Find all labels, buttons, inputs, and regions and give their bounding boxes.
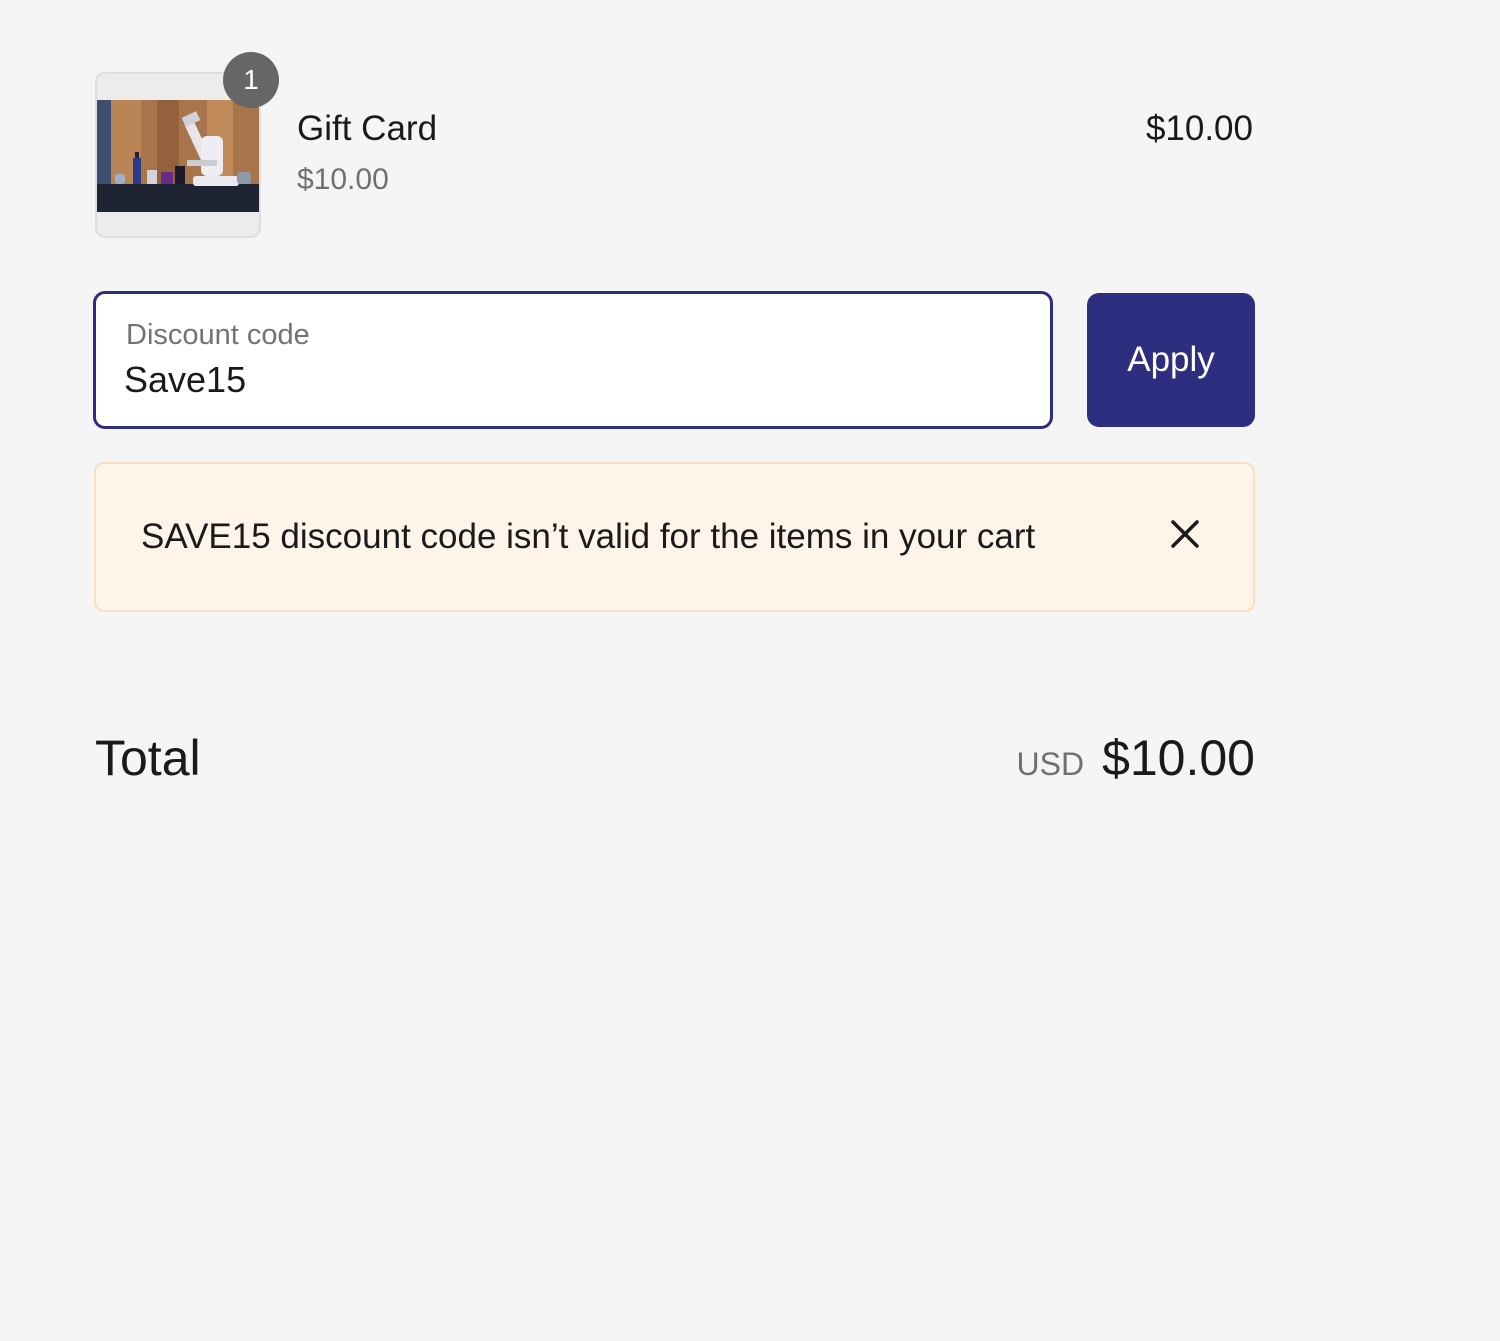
dismiss-warning-button[interactable] xyxy=(1160,510,1210,560)
quantity-badge: 1 xyxy=(223,52,279,108)
total-label: Total xyxy=(95,730,201,786)
close-icon xyxy=(1171,520,1199,548)
product-title: Gift Card xyxy=(297,109,438,148)
total-value: USD $10.00 xyxy=(1017,728,1256,788)
discount-warning-banner: SAVE15 discount code isn’t valid for the… xyxy=(94,462,1255,612)
total-amount: $10.00 xyxy=(1102,730,1255,786)
apply-discount-button[interactable]: Apply xyxy=(1087,293,1255,427)
discount-code-label: Discount code xyxy=(126,319,310,351)
warning-message: SAVE15 discount code isn’t valid for the… xyxy=(141,517,1036,556)
line-item-price: $10.00 xyxy=(1145,109,1253,148)
product-unit-price: $10.00 xyxy=(297,163,389,196)
discount-code-field[interactable]: Discount code xyxy=(93,291,1053,429)
product-image xyxy=(97,100,259,212)
discount-code-input[interactable] xyxy=(124,358,1004,402)
cart-line-item: 1 Gift Card $10.00 $10.00 xyxy=(95,52,1255,240)
total-currency: USD xyxy=(1016,746,1085,782)
